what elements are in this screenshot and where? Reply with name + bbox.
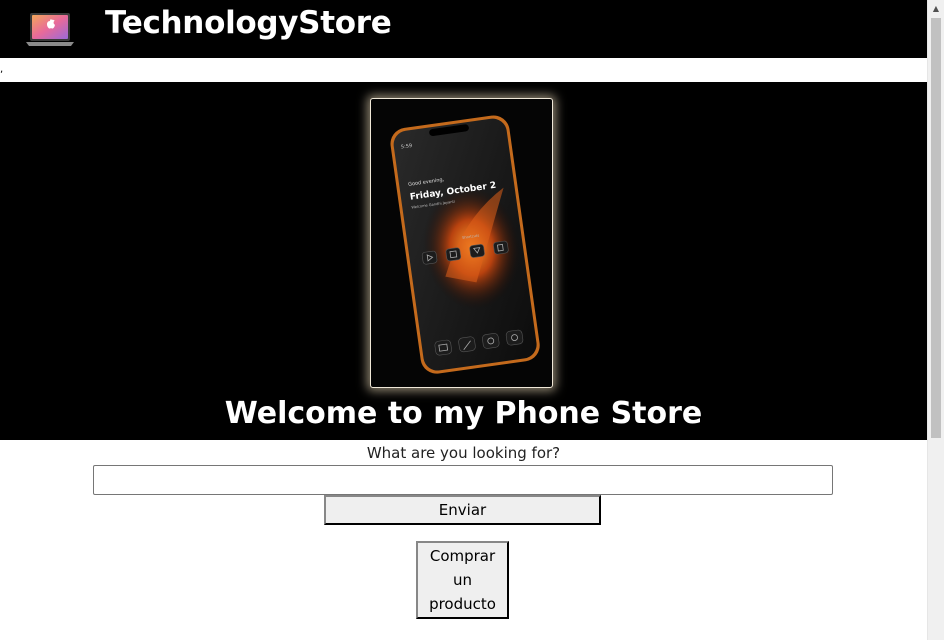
- buy-product-button[interactable]: Comprar un producto: [416, 541, 509, 619]
- hero-banner: 5:59 Good evening, Friday, October 2 Wel…: [0, 82, 927, 440]
- laptop-logo-icon[interactable]: [26, 12, 74, 48]
- smartphone-product-image: 5:59 Good evening, Friday, October 2 Wel…: [370, 98, 553, 388]
- scroll-up-arrow-icon[interactable]: ▲: [928, 0, 944, 17]
- send-button[interactable]: Enviar: [324, 495, 601, 525]
- vertical-scrollbar[interactable]: ▲: [927, 0, 944, 640]
- page-content: TechnologyStore , 5:59 Good evening, Fri…: [0, 0, 927, 640]
- brand-title: TechnologyStore: [105, 5, 392, 41]
- stray-text: ,: [0, 64, 4, 75]
- hero-title: Welcome to my Phone Store: [224, 396, 703, 431]
- search-label: What are you looking for?: [366, 444, 561, 462]
- page: TechnologyStore , 5:59 Good evening, Fri…: [0, 0, 944, 640]
- scrollbar-thumb[interactable]: [931, 18, 941, 438]
- phone-illustration: 5:59 Good evening, Friday, October 2 Wel…: [390, 115, 540, 374]
- search-input[interactable]: [93, 465, 833, 495]
- top-header: TechnologyStore: [0, 0, 927, 58]
